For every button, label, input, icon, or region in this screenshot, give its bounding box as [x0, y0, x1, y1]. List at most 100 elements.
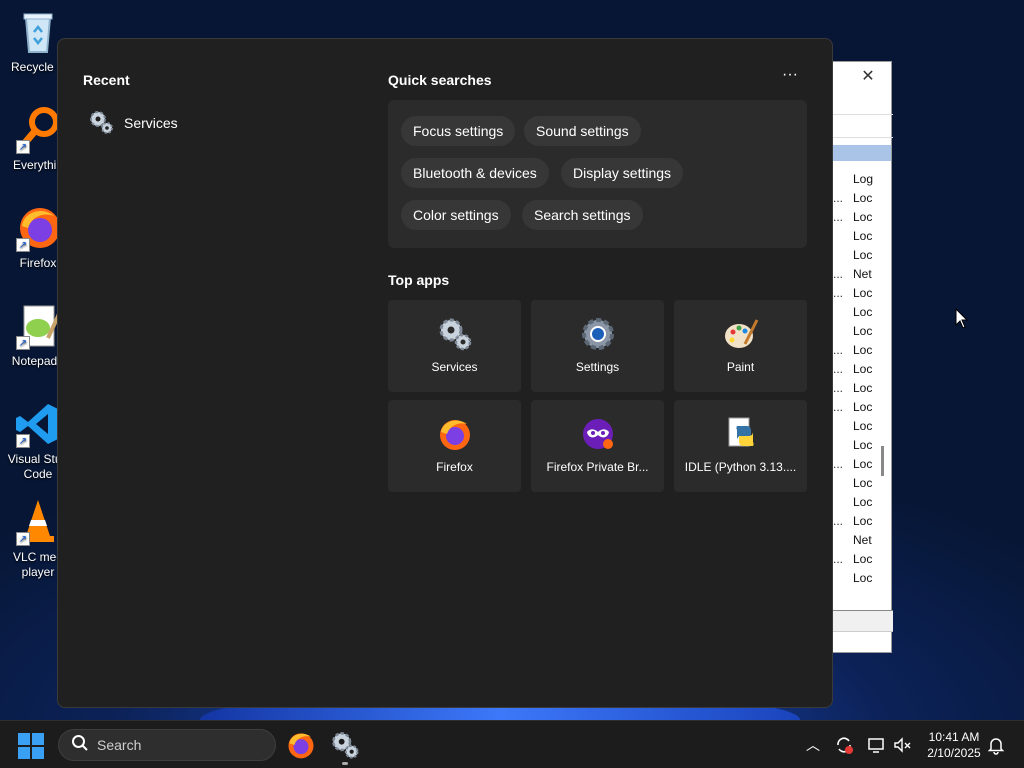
service-row[interactable]: ... Loc: [833, 381, 893, 400]
service-row-ellipsis: ...: [833, 514, 844, 528]
service-row[interactable]: ... Loc: [833, 552, 893, 571]
service-row[interactable]: Loc: [833, 248, 893, 267]
service-row-logon: Loc: [853, 305, 873, 319]
window-tabs-bar: [833, 610, 893, 632]
shortcut-arrow-icon: ↗: [16, 238, 30, 252]
service-row[interactable]: ... Loc: [833, 286, 893, 305]
app-tile-services[interactable]: Services: [388, 300, 521, 392]
app-tile-firefox-private[interactable]: Firefox Private Br...: [531, 400, 664, 492]
taskbar: ︿ 10:41 AM 2/10/2025: [0, 720, 1024, 768]
firefox-icon: ↗: [14, 204, 62, 252]
service-row[interactable]: Loc: [833, 229, 893, 248]
service-row-logon: Loc: [853, 229, 873, 243]
chip-color-settings[interactable]: Color settings: [401, 200, 511, 230]
network-icon[interactable]: [866, 735, 886, 755]
search-panel: Recent Services Quick searches ··· Focus…: [57, 38, 833, 708]
service-row[interactable]: ... Loc: [833, 362, 893, 381]
app-tile-paint[interactable]: Paint: [674, 300, 807, 392]
taskbar-clock[interactable]: 10:41 AM 2/10/2025: [918, 729, 990, 761]
service-row[interactable]: Loc: [833, 438, 893, 457]
shortcut-arrow-icon: ↗: [16, 434, 30, 448]
quick-searches-box: Focus settings Sound settings Bluetooth …: [388, 100, 807, 248]
service-row[interactable]: ... Loc: [833, 400, 893, 419]
service-row-logon: Loc: [853, 552, 873, 566]
shortcut-arrow-icon: ↗: [16, 140, 30, 154]
firefox-private-icon: [580, 416, 616, 452]
more-options-button[interactable]: ···: [778, 67, 802, 87]
service-row-logon: Loc: [853, 343, 873, 357]
service-row[interactable]: ... Net: [833, 267, 893, 286]
service-row-logon: Loc: [853, 419, 873, 433]
service-row[interactable]: Net: [833, 533, 893, 552]
clock-time: 10:41 AM: [928, 730, 980, 744]
chip-display-settings[interactable]: Display settings: [561, 158, 684, 188]
service-row[interactable]: ... Loc: [833, 343, 893, 362]
app-tile-firefox[interactable]: Firefox: [388, 400, 521, 492]
service-row[interactable]: ... Loc: [833, 457, 893, 476]
service-row-logon: Loc: [853, 286, 873, 300]
app-tile-label: Services: [431, 360, 478, 374]
service-row[interactable]: ... Loc: [833, 514, 893, 533]
service-row-logon: Loc: [853, 400, 873, 414]
paint-palette-icon: [723, 316, 759, 352]
service-row-ellipsis: ...: [833, 457, 844, 471]
service-row[interactable]: Loc: [833, 476, 893, 495]
notepadpp-icon: ↗: [14, 302, 62, 350]
service-row-logon: Log: [853, 172, 874, 186]
app-tile-label: Paint: [726, 360, 755, 374]
taskbar-search-input[interactable]: [97, 737, 257, 753]
chip-sound-settings[interactable]: Sound settings: [524, 116, 641, 146]
recent-heading: Recent: [83, 72, 130, 88]
close-icon[interactable]: ✕: [853, 66, 883, 88]
service-row-logon: Loc: [853, 476, 873, 490]
chip-bluetooth-devices[interactable]: Bluetooth & devices: [401, 158, 549, 188]
app-tile-idle-python[interactable]: IDLE (Python 3.13....: [674, 400, 807, 492]
shortcut-arrow-icon: ↗: [16, 532, 30, 546]
service-row[interactable]: Loc: [833, 419, 893, 438]
service-row-logon: Loc: [853, 438, 873, 452]
service-row-ellipsis: ...: [833, 362, 844, 376]
notification-bell-icon[interactable]: [986, 735, 1006, 755]
services-window-background[interactable]: ✕ Log... Loc... Loc Loc Loc... Net... Loc Loc Lo…: [832, 61, 893, 653]
service-row-logon: Loc: [853, 210, 873, 224]
scrollbar-thumb[interactable]: [881, 446, 884, 476]
quick-searches-heading: Quick searches: [388, 72, 492, 88]
service-row[interactable]: ... Loc: [833, 191, 893, 210]
everything-search-icon: ↗: [14, 106, 62, 154]
taskbar-app-services[interactable]: [330, 730, 360, 765]
app-tile-label: IDLE (Python 3.13....: [684, 460, 797, 474]
gears-icon: [437, 316, 473, 352]
service-row-logon: Loc: [853, 457, 873, 471]
chip-search-settings[interactable]: Search settings: [522, 200, 643, 230]
python-idle-icon: [723, 416, 759, 452]
tray-chevron-up-icon[interactable]: ︿: [803, 735, 823, 755]
service-row[interactable]: Log: [833, 172, 893, 191]
service-row-logon: Loc: [853, 362, 873, 376]
service-row[interactable]: Loc: [833, 324, 893, 343]
service-row-ellipsis: ...: [833, 343, 844, 357]
windows-logo-tile: [18, 733, 30, 745]
service-row-logon: Loc: [853, 381, 873, 395]
service-row[interactable]: Loc: [833, 571, 893, 590]
window-toolbar: [833, 114, 893, 138]
service-row[interactable]: Loc: [833, 495, 893, 514]
service-row-logon: Net: [853, 533, 872, 547]
recent-item-services[interactable]: Services: [88, 107, 348, 139]
service-row-ellipsis: ...: [833, 191, 844, 205]
sync-alert-icon[interactable]: [834, 735, 854, 755]
service-row[interactable]: ... Loc: [833, 210, 893, 229]
start-button[interactable]: [18, 733, 44, 759]
taskbar-search-box[interactable]: [58, 729, 276, 761]
search-icon: [71, 734, 89, 757]
app-tile-settings[interactable]: Settings: [531, 300, 664, 392]
gears-icon: [88, 109, 114, 138]
chip-focus-settings[interactable]: Focus settings: [401, 116, 516, 146]
recycle-bin-icon: [14, 8, 62, 56]
service-row[interactable]: Loc: [833, 305, 893, 324]
service-row-ellipsis: ...: [833, 381, 844, 395]
volume-muted-icon[interactable]: [892, 735, 912, 755]
service-row-ellipsis: ...: [833, 400, 844, 414]
taskbar-app-firefox[interactable]: [286, 730, 316, 760]
services-list: Log... Loc... Loc Loc Loc... Net... Loc Loc Loc.…: [833, 172, 893, 590]
mouse-cursor-icon: [955, 308, 969, 329]
